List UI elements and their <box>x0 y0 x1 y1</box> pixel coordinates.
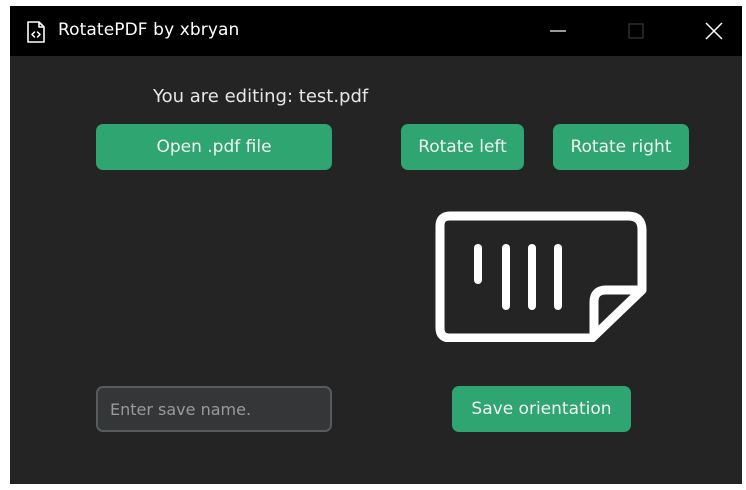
rotate-right-button[interactable]: Rotate right <box>553 124 689 170</box>
app-window: RotatePDF by xbryan You are editing: tes… <box>10 6 742 484</box>
close-icon <box>705 22 723 40</box>
open-pdf-button[interactable]: Open .pdf file <box>96 124 332 170</box>
close-button[interactable] <box>684 6 742 56</box>
save-orientation-button[interactable]: Save orientation <box>452 386 631 432</box>
rotate-left-button[interactable]: Rotate left <box>401 124 524 170</box>
minimize-button[interactable] <box>528 6 588 56</box>
save-name-input[interactable] <box>96 386 332 432</box>
title-bar[interactable]: RotatePDF by xbryan <box>10 6 742 56</box>
document-page-icon <box>435 211 647 342</box>
editing-file-label: You are editing: test.pdf <box>153 86 369 107</box>
pdf-file-icon <box>27 21 45 43</box>
maximize-icon <box>628 23 644 39</box>
minimize-icon <box>550 30 566 32</box>
maximize-button[interactable] <box>606 6 666 56</box>
window-title: RotatePDF by xbryan <box>58 20 240 40</box>
